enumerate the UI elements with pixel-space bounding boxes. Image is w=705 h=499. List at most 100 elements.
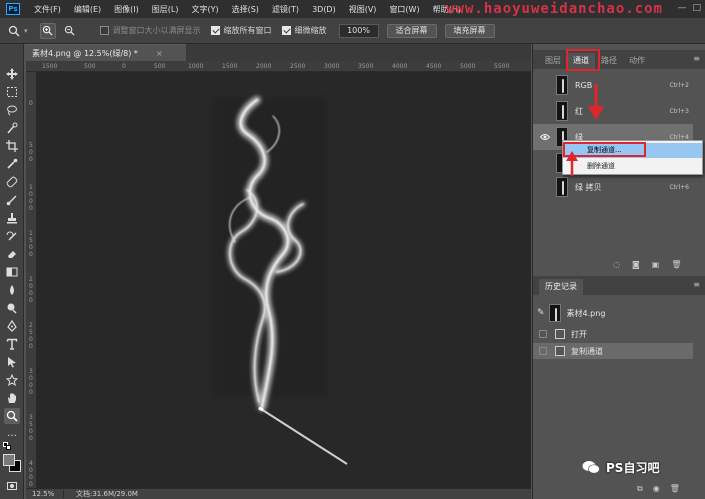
visibility-toggle[interactable] — [538, 180, 552, 194]
right-panels: 图层 通道 路径 动作 ≡ RGB Ctrl+2 红 Ctrl+3 绿 Ctrl… — [532, 44, 705, 499]
channel-row-green-copy[interactable]: 绿 拷贝 Ctrl+6 — [533, 174, 693, 200]
visibility-toggle[interactable] — [538, 156, 552, 170]
healing-brush-tool-icon[interactable] — [4, 174, 20, 190]
arrow-down-icon — [588, 84, 604, 120]
visibility-toggle[interactable] — [538, 78, 552, 92]
move-tool-icon[interactable] — [4, 66, 20, 82]
tab-channels[interactable]: 通道 — [567, 53, 595, 69]
resize-windows-checkbox[interactable] — [99, 26, 109, 35]
type-tool-icon[interactable] — [4, 336, 20, 352]
fill-screen-button[interactable]: 填充屏幕 — [444, 23, 495, 38]
dodge-tool-icon[interactable] — [4, 300, 20, 316]
new-channel-icon[interactable]: ▣ — [652, 260, 660, 269]
wechat-icon — [582, 461, 600, 474]
document-tab[interactable]: 素材4.png @ 12.5%(绿/8) * × — [26, 44, 186, 61]
history-snapshot[interactable]: ✎ 素材4.png — [533, 302, 693, 324]
maximize-icon[interactable]: □ — [692, 3, 701, 13]
delete-state-icon[interactable]: 🗑 — [670, 484, 680, 494]
brush-tool-icon[interactable] — [4, 192, 20, 208]
scrubby-zoom-checkbox[interactable] — [281, 26, 291, 35]
channels-footer: ◌ ◙ ▣ 🗑 — [613, 260, 681, 269]
zoom-level[interactable]: 12.5% — [26, 490, 64, 498]
eraser-tool-icon[interactable] — [4, 246, 20, 262]
scrubby-zoom-option[interactable]: 细微缩放 — [281, 25, 327, 36]
ruler-label: 1 5 0 0 — [29, 230, 33, 258]
delete-channel-icon[interactable]: 🗑 — [671, 260, 681, 269]
menu-bar: Ps 文件(F) 编辑(E) 图像(I) 图层(L) 文字(Y) 选择(S) 滤… — [0, 0, 705, 18]
menu-select[interactable]: 选择(S) — [232, 4, 259, 15]
history-brush-tool-icon[interactable] — [4, 228, 20, 244]
default-colors-icon[interactable] — [3, 442, 11, 450]
zoom-all-label: 缩放所有窗口 — [223, 26, 272, 35]
shape-tool-icon[interactable] — [4, 372, 20, 388]
eye-icon[interactable] — [538, 130, 552, 144]
crop-tool-icon[interactable] — [4, 138, 20, 154]
zoom-tool-preset-icon[interactable] — [6, 23, 22, 39]
history-state-open[interactable]: 打开 — [533, 326, 693, 342]
quick-select-tool-icon[interactable] — [4, 120, 20, 136]
menu-filter[interactable]: 滤镜(T) — [272, 4, 299, 15]
channel-row-rgb[interactable]: RGB Ctrl+2 — [533, 72, 693, 98]
menu-item-delete-channel[interactable]: 删除通道 — [563, 159, 702, 174]
top-watermark: www.haoyuweidanchao.com — [446, 1, 663, 17]
menu-window[interactable]: 窗口(W) — [389, 4, 419, 15]
resize-windows-label: 调整窗口大小以满屏显示 — [112, 26, 201, 35]
pen-tool-icon[interactable] — [4, 318, 20, 334]
panel-menu-icon[interactable]: ≡ — [693, 280, 700, 289]
menu-3d[interactable]: 3D(D) — [312, 5, 336, 14]
fit-screen-button[interactable]: 适合屏幕 — [386, 23, 437, 38]
save-selection-icon[interactable]: ◙ — [632, 260, 640, 269]
clone-stamp-tool-icon[interactable] — [4, 210, 20, 226]
zoom-percent-field[interactable]: 100% — [338, 23, 379, 38]
menu-layer[interactable]: 图层(L) — [152, 4, 179, 15]
zoom-all-checkbox[interactable] — [210, 26, 220, 35]
menu-item-duplicate-channel[interactable]: 复制通道... — [563, 143, 702, 158]
hand-tool-icon[interactable] — [4, 390, 20, 406]
zoom-in-icon[interactable] — [39, 22, 56, 39]
gradient-tool-icon[interactable] — [4, 264, 20, 280]
document-icon — [555, 329, 565, 339]
chevron-down-icon[interactable]: ▾ — [24, 27, 28, 35]
smoke-image[interactable] — [37, 72, 531, 488]
tab-actions[interactable]: 动作 — [623, 53, 651, 69]
load-selection-icon[interactable]: ◌ — [613, 260, 620, 269]
menu-file[interactable]: 文件(F) — [34, 4, 61, 15]
zoom-tool-icon[interactable] — [4, 408, 20, 424]
quick-mask-icon[interactable] — [4, 478, 20, 494]
channel-shortcut: Ctrl+6 — [669, 183, 689, 191]
tab-history[interactable]: 历史记录 — [539, 279, 583, 295]
menu-image[interactable]: 图像(I) — [114, 4, 139, 15]
channel-shortcut: Ctrl+2 — [669, 81, 689, 89]
foreground-color-swatch[interactable] — [3, 454, 15, 466]
marquee-tool-icon[interactable] — [4, 84, 20, 100]
new-document-icon[interactable]: ⧉ — [637, 484, 643, 494]
resize-windows-option[interactable]: 调整窗口大小以满屏显示 — [99, 25, 201, 36]
history-source-box[interactable] — [539, 330, 547, 338]
scrubby-zoom-label: 细微缩放 — [294, 26, 327, 35]
ruler-label: 2500 — [290, 63, 306, 70]
ruler-label: 0 — [122, 63, 126, 70]
tab-layers[interactable]: 图层 — [539, 53, 567, 69]
panel-menu-icon[interactable]: ≡ — [693, 54, 700, 63]
menu-edit[interactable]: 编辑(E) — [74, 4, 101, 15]
history-brush-icon[interactable]: ✎ — [537, 308, 545, 318]
channel-row-red[interactable]: 红 Ctrl+3 — [533, 98, 693, 124]
visibility-toggle[interactable] — [538, 104, 552, 118]
zoom-out-icon[interactable] — [62, 23, 78, 39]
eyedropper-tool-icon[interactable] — [4, 156, 20, 172]
lasso-tool-icon[interactable] — [4, 102, 20, 118]
document-tab-title: 素材4.png @ 12.5%(绿/8) * — [32, 48, 138, 58]
zoom-all-option[interactable]: 缩放所有窗口 — [210, 25, 272, 36]
document-icon — [555, 346, 565, 356]
menu-view[interactable]: 视图(V) — [349, 4, 377, 15]
menu-type[interactable]: 文字(Y) — [191, 4, 218, 15]
document-size: 文档:31.6M/29.0M — [76, 490, 138, 498]
path-select-tool-icon[interactable] — [4, 354, 20, 370]
history-state-duplicate-channel[interactable]: 复制通道 — [533, 343, 693, 359]
blur-tool-icon[interactable] — [4, 282, 20, 298]
close-icon[interactable]: × — [156, 49, 163, 58]
history-source-box[interactable] — [539, 347, 547, 355]
tab-paths[interactable]: 路径 — [595, 53, 623, 69]
minimize-icon[interactable]: — — [677, 3, 686, 13]
camera-icon[interactable]: ◉ — [653, 484, 660, 494]
